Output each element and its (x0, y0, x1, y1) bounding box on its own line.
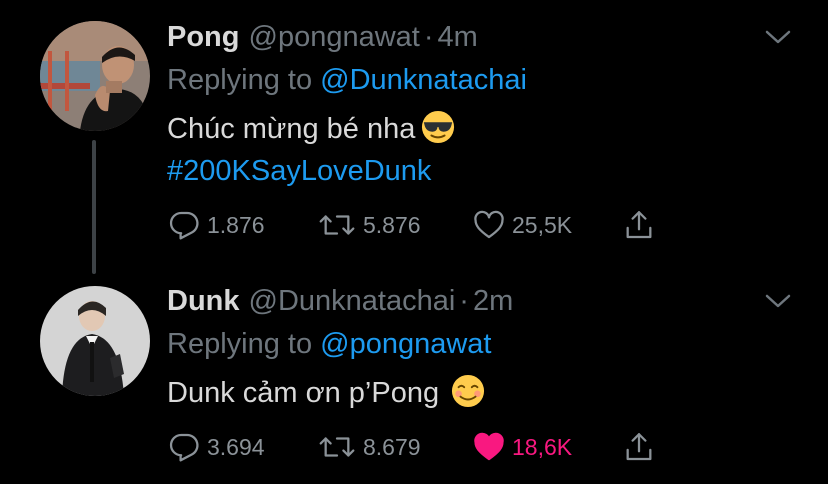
heart-filled-icon (474, 432, 504, 461)
share-icon (626, 211, 652, 239)
share-button[interactable] (622, 430, 656, 464)
mention-link[interactable]: @pongnawat (320, 328, 491, 360)
separator-dot: · (459, 285, 469, 317)
like-count: 18,6K (512, 433, 573, 460)
retweet-icon (319, 215, 355, 235)
timestamp[interactable]: 2m (473, 284, 513, 318)
like-button[interactable]: 25,5K (472, 208, 622, 242)
reply-icon (169, 211, 199, 240)
sunglasses-emoji-icon (422, 110, 455, 144)
tweet-text: Chúc mừng bé nha #200KSayLoveDunk (167, 108, 788, 192)
avatar-photo-dunk (40, 286, 150, 396)
display-name[interactable]: Dunk (167, 284, 240, 318)
replying-prefix: Replying to (167, 64, 313, 96)
display-name[interactable]: Pong (167, 20, 240, 54)
share-button[interactable] (622, 208, 656, 242)
retweet-count: 8.679 (363, 433, 421, 460)
avatar-photo-pong (40, 21, 150, 131)
thread-line (92, 140, 96, 274)
share-icon (626, 433, 652, 461)
reply-icon (169, 433, 199, 462)
heart-icon (474, 210, 504, 239)
retweet-button[interactable]: 8.679 (317, 430, 472, 464)
reply-count: 3.694 (207, 433, 265, 460)
separator-dot: · (423, 21, 434, 53)
avatar[interactable] (40, 21, 150, 131)
tweet-text: Dunk cảm ơn p’Pong (167, 372, 788, 414)
retweet-button[interactable]: 5.876 (317, 208, 472, 242)
chevron-down-icon[interactable] (764, 292, 792, 310)
hashtag-link[interactable]: #200KSayLoveDunk (167, 155, 431, 187)
like-button[interactable]: 18,6K (472, 430, 622, 464)
smiling-face-emoji-icon (452, 374, 485, 408)
avatar[interactable] (40, 286, 150, 396)
mention-link[interactable]: @Dunknatachai (320, 64, 527, 96)
like-count: 25,5K (512, 211, 573, 238)
user-handle[interactable]: @pongnawat (249, 20, 420, 54)
retweet-icon (319, 437, 355, 457)
replying-to: Replying to @Dunknatachai (167, 63, 788, 97)
reply-count: 1.876 (207, 211, 265, 238)
tweet[interactable]: Pong @pongnawat · 4m Replying to @Dunkna… (0, 0, 828, 274)
reply-button[interactable]: 3.694 (167, 430, 317, 464)
retweet-count: 5.876 (363, 211, 421, 238)
tweet-header: Dunk @Dunknatachai · 2m (167, 284, 788, 318)
tweet[interactable]: Dunk @Dunknatachai · 2m Replying to @pon… (0, 270, 828, 484)
tweet-text-content: Dunk cảm ơn p’Pong (167, 377, 440, 409)
tweet-header: Pong @pongnawat · 4m (167, 20, 788, 54)
reply-button[interactable]: 1.876 (167, 208, 317, 242)
user-handle[interactable]: @Dunknatachai (249, 284, 456, 318)
chevron-down-icon[interactable] (764, 28, 792, 46)
replying-prefix: Replying to (167, 328, 313, 360)
timestamp[interactable]: 4m (438, 20, 478, 54)
replying-to: Replying to @pongnawat (167, 327, 788, 361)
tweet-text-content: Chúc mừng bé nha (167, 113, 416, 145)
